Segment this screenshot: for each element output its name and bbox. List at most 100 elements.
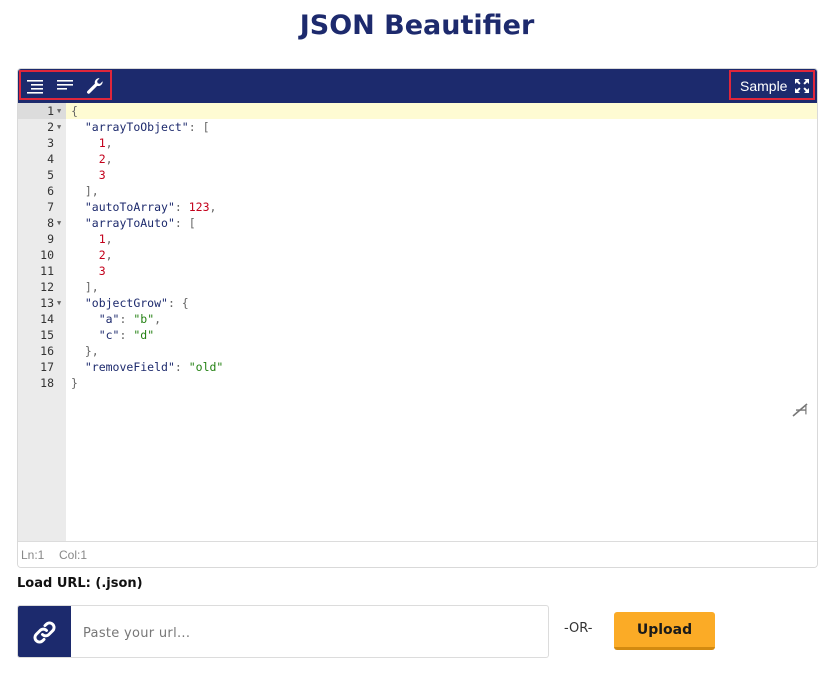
code-text: "a": "b", <box>71 311 161 327</box>
code-token: "autoToArray" <box>84 200 175 214</box>
code-text: ], <box>71 183 99 199</box>
code-text: "objectGrow": { <box>71 295 189 311</box>
url-input[interactable] <box>81 621 525 645</box>
code-text: 3 <box>71 263 106 279</box>
code-token: , <box>105 136 113 150</box>
code-token: , <box>154 312 162 326</box>
json-editor[interactable]: Sample 1 ▼{2 ▼ "arrayToObject": [3 1, 4 2, 5… <box>17 68 818 568</box>
line-number: 13 <box>40 296 54 310</box>
code-text: "arrayToAuto": [ <box>71 215 196 231</box>
code-line: 8 ▼ "arrayToAuto": [ <box>18 215 817 231</box>
code-line: 13 ▼ "objectGrow": { <box>18 295 817 311</box>
toolbar-left-group <box>19 70 112 100</box>
link-icon <box>31 619 58 651</box>
fold-arrow-icon[interactable]: ▼ <box>57 103 61 119</box>
line-number: 10 <box>40 248 54 262</box>
code-token: "removeField" <box>84 360 175 374</box>
code-line: 4 2, <box>18 151 817 167</box>
code-text: 2, <box>71 247 113 263</box>
line-number: 4 <box>47 152 54 166</box>
code-text: "arrayToObject": [ <box>71 119 210 135</box>
code-token: "a" <box>98 312 120 326</box>
line-number: 14 <box>40 312 54 326</box>
line-number: 17 <box>40 360 54 374</box>
line-number: 18 <box>40 376 54 390</box>
code-token: "arrayToObject" <box>84 120 189 134</box>
fold-arrow-icon[interactable]: ▼ <box>57 215 61 231</box>
code-line: 15 "c": "d" <box>18 327 817 343</box>
code-text: } <box>71 375 78 391</box>
code-token: "d" <box>133 328 155 342</box>
code-token: : <box>119 312 134 326</box>
line-number: 5 <box>47 168 54 182</box>
code-line: 7 "autoToArray": 123, <box>18 199 817 215</box>
sample-button[interactable]: Sample <box>740 78 787 94</box>
code-token: 3 <box>98 264 106 278</box>
code-token: 2 <box>98 248 106 262</box>
cursor-line: Ln:1 <box>21 548 45 562</box>
code-token: ], <box>84 280 99 294</box>
code-token: 3 <box>98 168 106 182</box>
code-token: , <box>105 152 113 166</box>
code-text: "removeField": "old" <box>71 359 224 375</box>
code-token: : [ <box>174 216 196 230</box>
line-number: 16 <box>40 344 54 358</box>
link-button[interactable] <box>18 606 71 657</box>
code-line: 5 3 <box>18 167 817 183</box>
line-number: 15 <box>40 328 54 342</box>
text-direction-icon[interactable]: T <box>789 399 811 421</box>
code-token: } <box>71 376 78 390</box>
code-token: 1 <box>98 232 106 246</box>
fullscreen-icon[interactable] <box>793 77 813 97</box>
code-text: 1, <box>71 231 113 247</box>
code-token: : <box>174 360 189 374</box>
code-token: "c" <box>98 328 120 342</box>
code-line: 16 }, <box>18 343 817 359</box>
code-token: : [ <box>188 120 210 134</box>
wrench-icon[interactable] <box>85 76 105 96</box>
format-indent-icon[interactable] <box>26 76 46 96</box>
line-number: 2 <box>47 120 54 134</box>
editor-toolbar: Sample <box>18 69 817 103</box>
code-line: 9 1, <box>18 231 817 247</box>
code-token: : { <box>167 296 189 310</box>
code-token: : <box>119 328 134 342</box>
code-line: 17 "removeField": "old" <box>18 359 817 375</box>
code-area[interactable]: 1 ▼{2 ▼ "arrayToObject": [3 1, 4 2, 5 36 ], 7… <box>18 103 817 391</box>
code-text: 3 <box>71 167 106 183</box>
line-number: 12 <box>40 280 54 294</box>
fold-arrow-icon[interactable]: ▼ <box>57 295 61 311</box>
line-number: 1 <box>47 104 54 118</box>
code-token: , <box>105 232 113 246</box>
code-token: , <box>105 248 113 262</box>
line-number: 6 <box>47 184 54 198</box>
code-line: 6 ], <box>18 183 817 199</box>
code-text: 2, <box>71 151 113 167</box>
code-line: 12 ], <box>18 279 817 295</box>
code-text: }, <box>71 343 99 359</box>
upload-button[interactable]: Upload <box>614 612 715 650</box>
status-bar: Ln:1 Col:1 <box>18 541 817 567</box>
code-line: 11 3 <box>18 263 817 279</box>
url-input-group <box>17 605 549 658</box>
code-token: 2 <box>98 152 106 166</box>
compact-lines-icon[interactable] <box>56 76 76 96</box>
code-text: "c": "d" <box>71 327 154 343</box>
code-line: 18} <box>18 375 817 391</box>
fold-arrow-icon[interactable]: ▼ <box>57 119 61 135</box>
code-line: 1 ▼ { <box>18 103 817 119</box>
code-token: "old" <box>188 360 224 374</box>
code-text: ], <box>71 279 99 295</box>
code-line: 14 "a": "b", <box>18 311 817 327</box>
code-token: { <box>71 104 78 118</box>
code-text: 1, <box>71 135 113 151</box>
line-number: 3 <box>47 136 54 150</box>
